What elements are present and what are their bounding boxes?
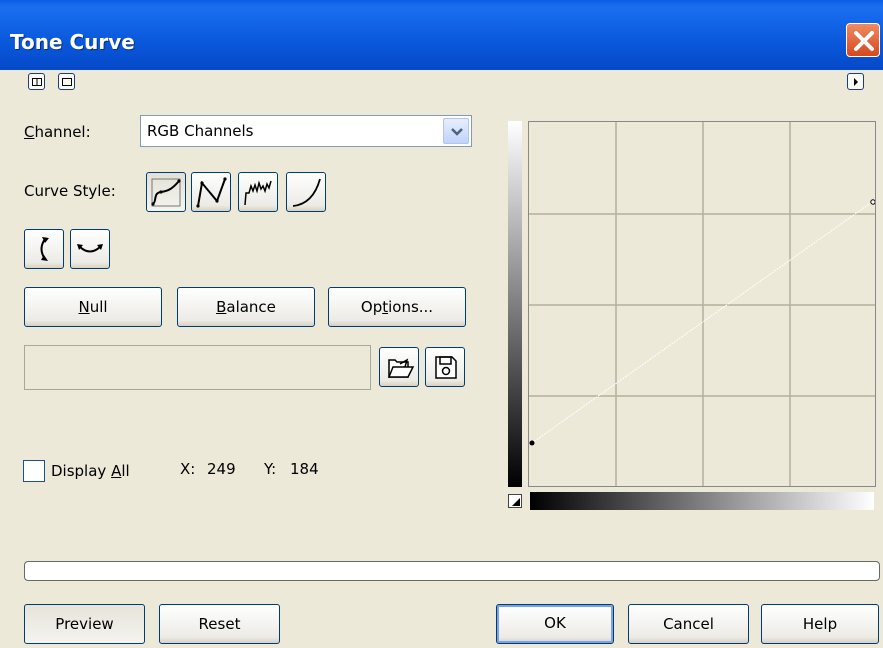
curve-start-node[interactable] (529, 440, 535, 446)
output-gradient-bar (508, 121, 522, 487)
channel-label: Channel: (24, 123, 91, 141)
open-folder-icon (387, 358, 415, 378)
freehand-curve-icon (244, 180, 272, 206)
freehand-curve-button[interactable] (238, 172, 278, 212)
display-all-label: Display All (51, 462, 130, 480)
y-coord-label: Y: (264, 460, 277, 478)
smooth-curve-icon (151, 178, 181, 207)
close-icon (854, 31, 874, 51)
x-coord-label: X: (180, 460, 196, 478)
gamma-curve-icon (292, 178, 321, 207)
preset-path-field[interactable] (24, 345, 371, 390)
gamma-curve-button[interactable] (286, 172, 326, 212)
title-bar[interactable]: Tone Curve (0, 0, 883, 70)
linear-curve-icon (196, 177, 227, 208)
flip-horizontal-button[interactable] (70, 229, 110, 269)
cancel-button[interactable]: Cancel (628, 604, 749, 644)
flip-horizontal-icon (77, 244, 103, 253)
preview-button[interactable]: Preview (24, 604, 145, 644)
collapse-button[interactable] (58, 73, 75, 90)
corner-reset-button[interactable] (508, 494, 522, 508)
flyout-button[interactable] (847, 73, 864, 90)
flip-vertical-icon (40, 237, 49, 261)
null-button[interactable]: Null (24, 287, 162, 327)
collapse-icon (62, 78, 72, 86)
window-title: Tone Curve (10, 30, 135, 54)
smooth-curve-button[interactable] (146, 172, 186, 212)
progress-bar (24, 561, 880, 581)
close-button[interactable] (846, 23, 880, 57)
channel-select[interactable]: RGB Channels (140, 115, 472, 147)
chevron-down-icon (451, 128, 463, 136)
tone-curve-graph[interactable] (528, 121, 876, 487)
restore-button[interactable] (28, 73, 45, 90)
save-button[interactable] (425, 347, 465, 387)
input-gradient-bar (530, 492, 874, 510)
curve-style-label: Curve Style: (24, 182, 116, 200)
display-all-checkbox[interactable] (23, 460, 45, 482)
curve-grid (529, 122, 875, 486)
balance-button[interactable]: Balance (177, 287, 315, 327)
y-coord-value: 184 (290, 460, 319, 478)
channel-dropdown-button[interactable] (443, 118, 469, 144)
curve-end-node[interactable] (870, 199, 875, 205)
help-button[interactable]: Help (761, 604, 879, 644)
channel-select-value: RGB Channels (147, 122, 254, 140)
ok-button[interactable]: OK (496, 604, 614, 644)
restore-icon (32, 78, 42, 86)
flip-vertical-button[interactable] (24, 229, 64, 269)
linear-curve-button[interactable] (191, 172, 231, 212)
options-button[interactable]: Options... (328, 287, 466, 327)
save-disk-icon (435, 356, 457, 379)
flyout-arrow-icon (854, 78, 858, 86)
corner-arrow-icon (512, 498, 520, 506)
open-button[interactable] (379, 347, 419, 387)
x-coord-value: 249 (207, 460, 236, 478)
reset-button[interactable]: Reset (159, 604, 280, 644)
